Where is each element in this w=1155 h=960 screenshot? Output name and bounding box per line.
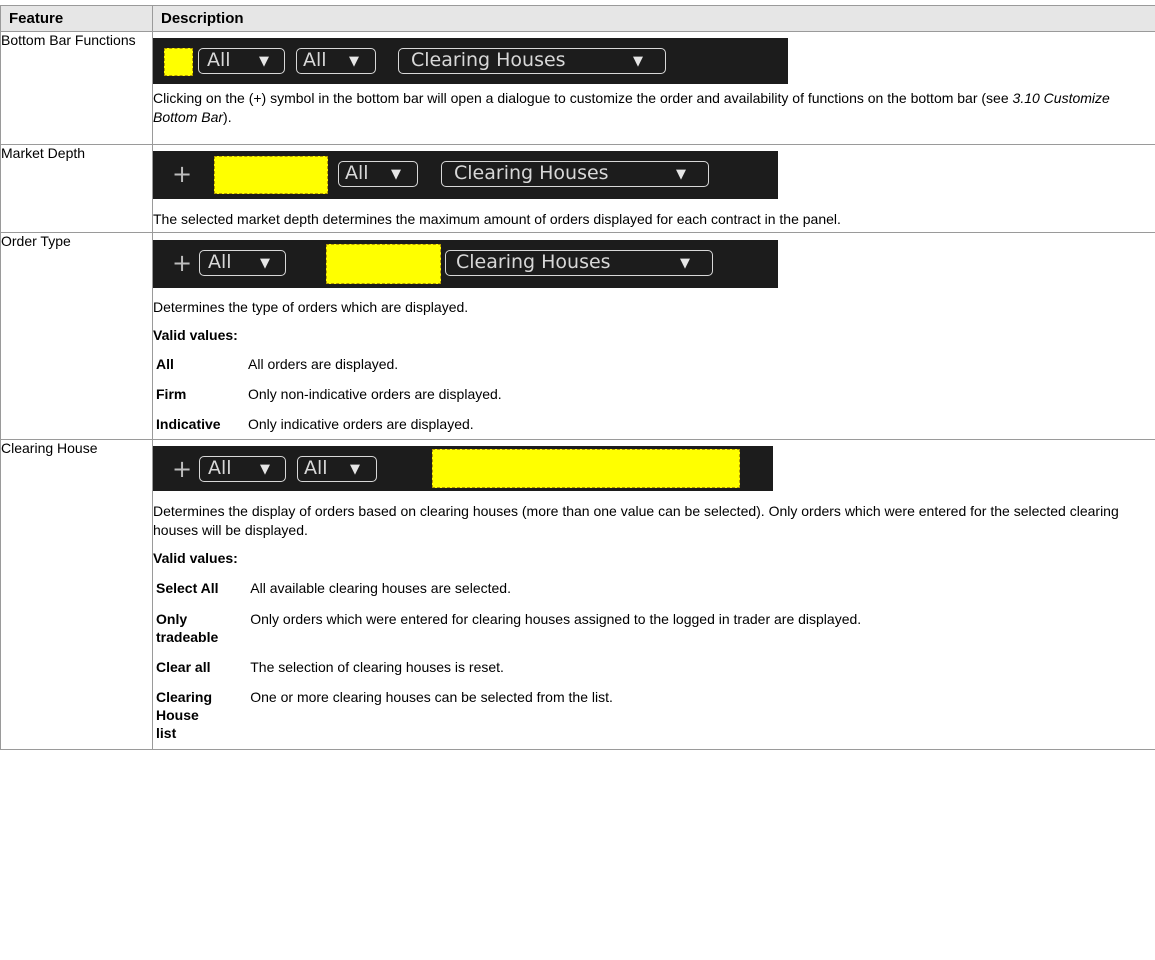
clearing-houses-dropdown[interactable]: Clearing Houses ▼ [445, 250, 713, 276]
description-cell: + All ▼ All ▼ Determines the display of … [152, 439, 1155, 750]
order-type-dropdown[interactable]: All ▼ [338, 161, 418, 187]
table-header-row: Feature Description [0, 5, 1155, 32]
table-row-clearing-house: Clearing House + All ▼ All ▼ Determines … [0, 439, 1155, 750]
market-depth-dropdown[interactable]: All ▼ [199, 456, 286, 482]
list-item: Indicative Only indicative orders are di… [156, 416, 474, 432]
list-item: Clear all The selection of clearing hous… [156, 659, 504, 675]
bottom-bar-screenshot: All ▼ All ▼ Clearing Houses ▼ [153, 38, 788, 84]
highlight-clearing-houses [432, 449, 740, 488]
caret-down-icon: ▼ [349, 54, 359, 69]
caret-down-icon: ▼ [259, 54, 269, 69]
caret-down-icon: ▼ [633, 54, 643, 69]
list-item: Only tradeable Only orders which were en… [156, 611, 862, 645]
valid-values-heading: Valid values: [153, 550, 238, 566]
order-type-dropdown[interactable]: All ▼ [296, 48, 376, 74]
table-row-order-type: Order Type + All ▼ Clearing Houses ▼ Det… [0, 232, 1155, 440]
caret-down-icon: ▼ [676, 167, 686, 182]
clearing-house-bar-screenshot: + All ▼ All ▼ [153, 446, 773, 491]
order-type-bar-screenshot: + All ▼ Clearing Houses ▼ [153, 240, 778, 288]
caret-down-icon: ▼ [260, 462, 270, 477]
feature-cell: Market Depth [0, 144, 153, 233]
caret-down-icon: ▼ [350, 462, 360, 477]
market-depth-description: The selected market depth determines the… [153, 211, 841, 227]
clearing-house-description: Determines the display of orders based o… [153, 503, 1119, 538]
table-row-market-depth: Market Depth + All ▼ Clearing Houses ▼ T… [0, 144, 1155, 233]
valid-values-list: Select All All available clearing houses… [156, 579, 1060, 742]
valid-values-list: All All orders are displayed. Firm Only … [156, 355, 502, 439]
market-depth-dropdown[interactable]: All ▼ [198, 48, 285, 74]
list-item: Firm Only non-indicative orders are disp… [156, 386, 502, 402]
description-cell: + All ▼ Clearing Houses ▼ The selected m… [152, 144, 1155, 233]
valid-values-heading: Valid values: [153, 327, 238, 343]
feature-cell: Clearing House [0, 439, 153, 750]
order-type-description: Determines the type of orders which are … [153, 299, 469, 315]
bottom-bar-description: Clicking on the (+) symbol in the bottom… [153, 90, 1110, 125]
plus-icon[interactable]: + [172, 455, 192, 483]
order-type-dropdown[interactable]: All ▼ [297, 456, 377, 482]
clearing-houses-dropdown[interactable]: Clearing Houses ▼ [441, 161, 709, 187]
highlight-order-type [326, 244, 441, 284]
plus-icon[interactable]: + [172, 249, 192, 277]
header-description: Description [152, 5, 1155, 32]
highlight-plus-area [164, 48, 193, 76]
description-cell: + All ▼ Clearing Houses ▼ Determines the… [152, 232, 1155, 440]
highlight-market-depth [214, 156, 328, 194]
market-depth-dropdown[interactable]: All ▼ [199, 250, 286, 276]
caret-down-icon: ▼ [391, 167, 401, 182]
feature-cell: Bottom Bar Functions [0, 31, 153, 145]
list-item: All All orders are displayed. [156, 356, 399, 372]
header-feature: Feature [0, 5, 153, 32]
clearing-houses-dropdown[interactable]: Clearing Houses ▼ [398, 48, 666, 74]
table-row-bottom-bar: Bottom Bar Functions All ▼ All ▼ Clearin… [0, 31, 1155, 145]
market-depth-bar-screenshot: + All ▼ Clearing Houses ▼ [153, 151, 778, 199]
plus-icon[interactable]: + [172, 160, 192, 188]
description-cell: All ▼ All ▼ Clearing Houses ▼ Clicking o… [152, 31, 1155, 145]
feature-cell: Order Type [0, 232, 153, 440]
list-item: Select All All available clearing houses… [156, 580, 511, 596]
caret-down-icon: ▼ [260, 256, 270, 271]
list-item: Clearing House list One or more clearing… [156, 689, 613, 741]
caret-down-icon: ▼ [680, 256, 690, 271]
feature-table: Feature Description Bottom Bar Functions… [0, 5, 1155, 750]
